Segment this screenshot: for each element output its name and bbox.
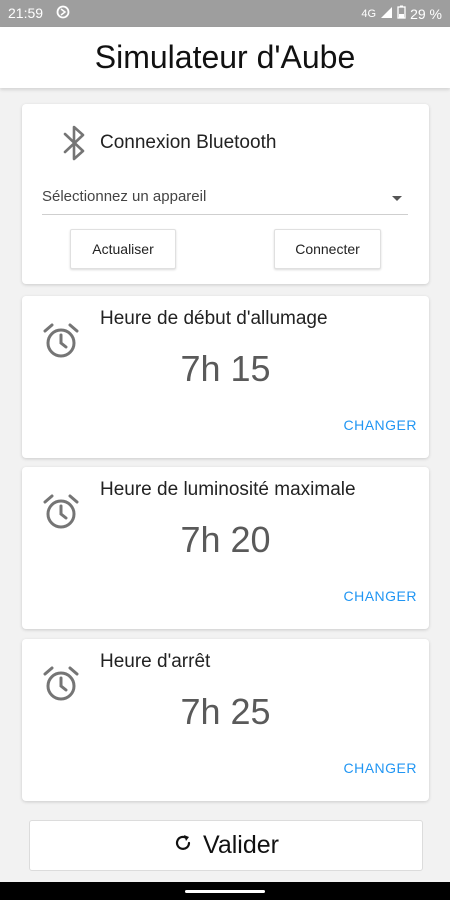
status-bar: 21:59 4G 29 %: [0, 0, 450, 27]
bluetooth-icon: [62, 124, 88, 167]
stop-time-card: Heure d'arrêt 7h 25 CHANGER: [22, 639, 429, 801]
stop-time-title: Heure d'arrêt: [100, 651, 211, 672]
refresh-button[interactable]: Actualiser: [70, 229, 176, 269]
bluetooth-card: Connexion Bluetooth Sélectionnez un appa…: [22, 104, 429, 284]
bluetooth-title: Connexion Bluetooth: [100, 132, 277, 153]
max-brightness-card: Heure de luminosité maximale 7h 20 CHANG…: [22, 467, 429, 629]
data-saver-icon: [56, 5, 70, 22]
system-nav-bar: [0, 882, 450, 900]
status-time: 21:59: [8, 5, 44, 21]
home-handle[interactable]: [185, 890, 265, 893]
refresh-icon: [173, 831, 193, 860]
start-time-change-button[interactable]: CHANGER: [343, 417, 417, 433]
device-select[interactable]: Sélectionnez un appareil: [42, 184, 408, 215]
start-time-value: 7h 15: [180, 348, 271, 389]
validate-button[interactable]: Valider: [29, 820, 423, 871]
validate-label: Valider: [203, 831, 279, 859]
stop-time-value: 7h 25: [180, 691, 271, 732]
battery-level: 29 %: [410, 5, 442, 22]
max-brightness-change-button[interactable]: CHANGER: [343, 588, 417, 604]
page-title: Simulateur d'Aube: [94, 39, 356, 75]
max-brightness-value: 7h 20: [180, 519, 271, 560]
app-bar: Simulateur d'Aube: [0, 27, 450, 88]
dropdown-caret-icon: [392, 196, 402, 201]
device-select-value: Sélectionnez un appareil: [42, 188, 207, 205]
signal-icon: [380, 6, 393, 22]
battery-icon: [397, 5, 406, 22]
max-brightness-title: Heure de luminosité maximale: [100, 479, 356, 500]
stop-time-change-button[interactable]: CHANGER: [343, 760, 417, 776]
network-label: 4G: [361, 7, 377, 20]
start-time-title: Heure de début d'allumage: [100, 308, 328, 329]
connect-button[interactable]: Connecter: [274, 229, 381, 269]
start-time-card: Heure de début d'allumage 7h 15 CHANGER: [22, 296, 429, 458]
status-right: 4G 29 %: [361, 5, 442, 22]
